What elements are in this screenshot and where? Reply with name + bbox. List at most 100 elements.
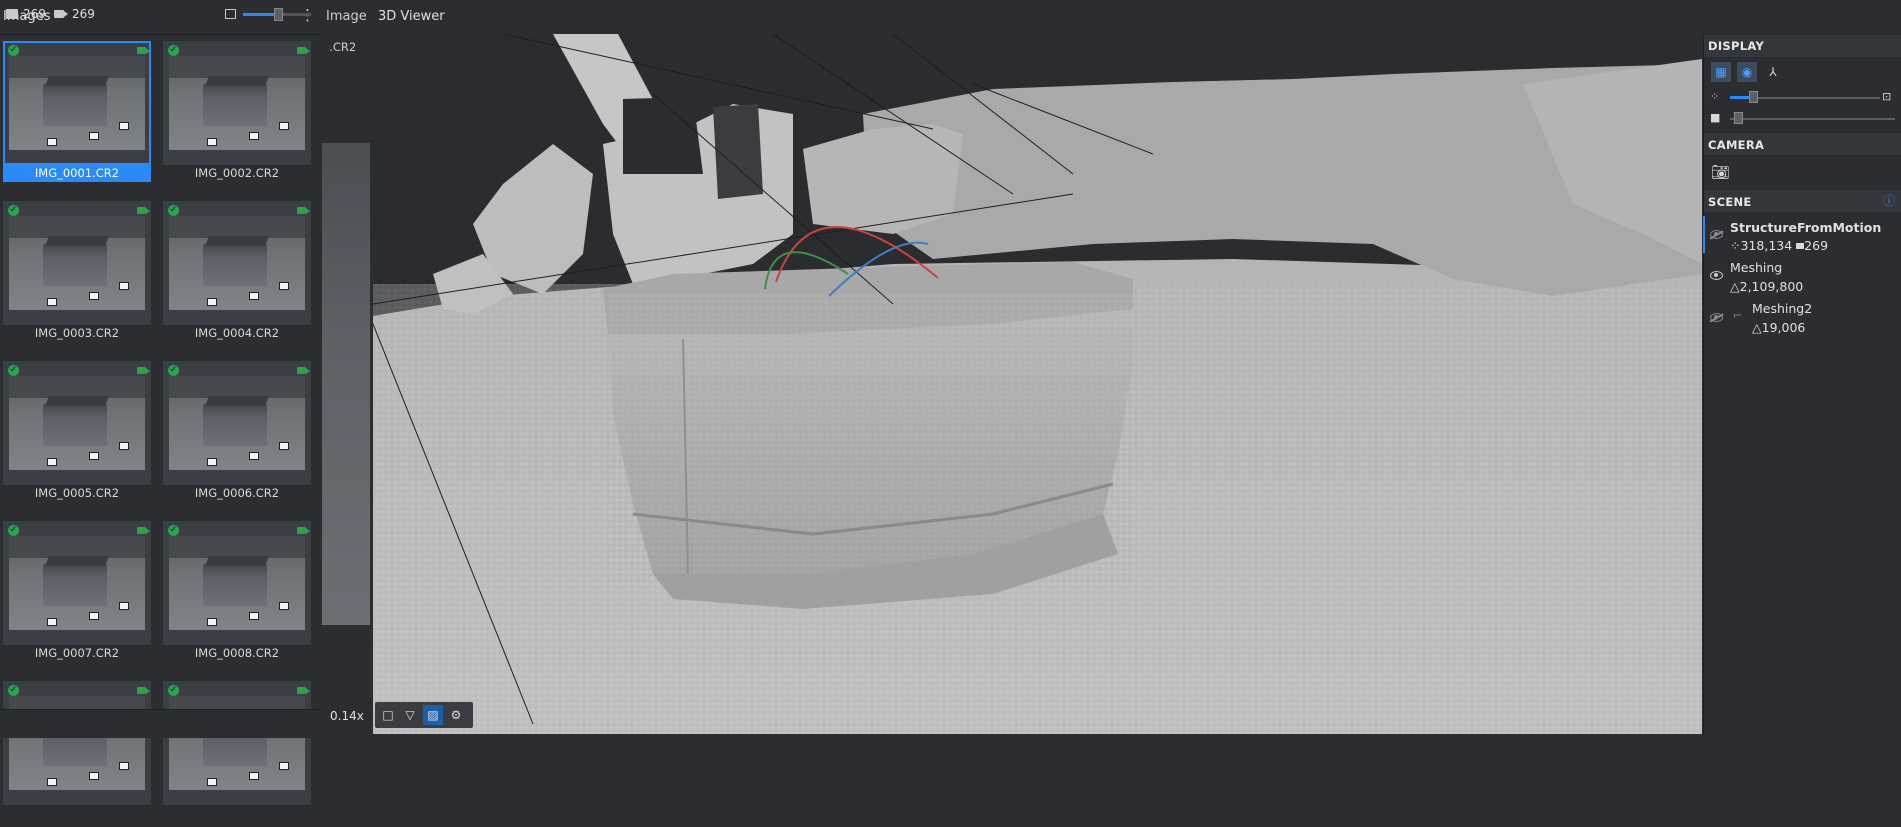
eye-icon[interactable] bbox=[1710, 271, 1723, 280]
video-camera-icon bbox=[137, 687, 150, 694]
video-camera-icon bbox=[297, 47, 310, 54]
scene-item-name[interactable]: StructureFromMotion bbox=[1730, 220, 1881, 235]
fit-icon[interactable]: ⊡ bbox=[1882, 91, 1891, 103]
thumbnail[interactable]: ✓ IMG_0002.CR2 bbox=[160, 37, 311, 187]
info-icon[interactable]: ⓘ bbox=[1883, 195, 1895, 207]
check-icon: ✓ bbox=[168, 205, 179, 216]
thumbnail-frame: ✓ bbox=[163, 681, 311, 805]
camera-title: CAMERA bbox=[1708, 138, 1765, 152]
square-icon[interactable]: □ bbox=[378, 705, 398, 725]
check-icon: ✓ bbox=[168, 685, 179, 696]
thumbnail[interactable]: ✓ IMG_0003.CR2 bbox=[0, 197, 151, 347]
3d-viewport[interactable] bbox=[373, 34, 1702, 734]
eye-off-icon[interactable] bbox=[1710, 230, 1723, 239]
video-camera-icon bbox=[297, 527, 310, 534]
thumbnail-label: IMG_0004.CR2 bbox=[194, 326, 280, 340]
display-title: DISPLAY bbox=[1708, 39, 1765, 53]
point-size-slider-handle[interactable] bbox=[1749, 91, 1758, 103]
scene-item-name[interactable]: Meshing bbox=[1730, 260, 1782, 275]
thumbnail-image bbox=[9, 376, 145, 470]
tab-3d-viewer[interactable]: 3D Viewer bbox=[378, 9, 445, 24]
image-count: 269 bbox=[23, 7, 46, 21]
video-camera-icon bbox=[297, 687, 310, 694]
thumbnail[interactable]: ✓ IMG_0008.CR2 bbox=[160, 517, 311, 667]
link-icon: ⌐ bbox=[1733, 309, 1743, 322]
thumbnail-frame: ✓ bbox=[3, 681, 151, 805]
video-camera-icon bbox=[137, 367, 150, 374]
point-size-icon: ⁘ bbox=[1710, 90, 1720, 103]
camera-icon bbox=[1796, 243, 1805, 249]
thumbnail[interactable]: ✓ IMG_0001.CR2 bbox=[0, 37, 151, 187]
zoom-level: 0.14x bbox=[330, 709, 364, 723]
scene-item-name[interactable]: Meshing2 bbox=[1752, 301, 1812, 316]
check-icon: ✓ bbox=[168, 45, 179, 56]
scene-item-stat: △2,109,800 bbox=[1730, 279, 1804, 294]
camera-icon[interactable]: 📷︎ bbox=[1711, 164, 1730, 180]
origin-icon[interactable]: ⅄ bbox=[1763, 62, 1783, 82]
thumbnail[interactable]: ✓ IMG_0004.CR2 bbox=[160, 197, 311, 347]
thumbnail-image bbox=[169, 376, 305, 470]
scene-item-stat: ⁘318,134 269 bbox=[1730, 238, 1829, 253]
focus-icon[interactable]: ◉ bbox=[1737, 62, 1757, 82]
thumbnail-size-slider-fill bbox=[243, 13, 278, 16]
thumbnail[interactable]: ✓ IMG_0005.CR2 bbox=[0, 357, 151, 507]
image-viewer-filename: IMG_0001.CR2 bbox=[328, 40, 357, 54]
video-camera-icon bbox=[137, 527, 150, 534]
thumbnail-label bbox=[163, 805, 311, 822]
thumbnail[interactable]: ✓ IMG_0006.CR2 bbox=[160, 357, 311, 507]
thumbnail-image bbox=[9, 536, 145, 630]
video-camera-icon bbox=[297, 367, 310, 374]
thumbnail[interactable]: ✓ IMG_0007.CR2 bbox=[0, 517, 151, 667]
settings-icon[interactable]: ⚙ bbox=[446, 705, 466, 725]
thumbnail-frame: ✓ bbox=[3, 41, 151, 165]
thumbnail-label: IMG_0003.CR2 bbox=[34, 326, 120, 340]
cone-icon[interactable]: ▽ bbox=[400, 705, 420, 725]
thumbnail-label: IMG_0008.CR2 bbox=[194, 646, 280, 660]
check-icon: ✓ bbox=[168, 365, 179, 376]
video-camera-icon bbox=[137, 47, 150, 54]
tab-image-viewer[interactable]: Image Viewer bbox=[326, 9, 370, 24]
check-icon: ✓ bbox=[8, 525, 19, 536]
video-camera-icon bbox=[137, 207, 150, 214]
thumbnail-image bbox=[169, 56, 305, 150]
check-icon: ✓ bbox=[168, 525, 179, 536]
video-camera-icon bbox=[297, 207, 310, 214]
thumbnail-label: IMG_0006.CR2 bbox=[194, 486, 280, 500]
thumbnail-frame: ✓ bbox=[3, 201, 151, 325]
check-icon: ✓ bbox=[8, 45, 19, 56]
wireframe-icon[interactable]: ▨ bbox=[423, 705, 443, 725]
thumbnail-label: IMG_0007.CR2 bbox=[34, 646, 120, 660]
check-icon: ✓ bbox=[8, 365, 19, 376]
thumbnail-label: IMG_0002.CR2 bbox=[194, 166, 280, 180]
thumbnail-label bbox=[3, 805, 151, 822]
camera-scale-slider-handle[interactable] bbox=[1734, 112, 1743, 124]
thumbnail[interactable]: ✓ bbox=[160, 677, 311, 827]
thumbnail-frame: ✓ bbox=[163, 41, 311, 165]
thumbnail-size-slider-handle[interactable] bbox=[274, 8, 283, 21]
scene-item-stat: △19,006 bbox=[1752, 320, 1806, 335]
grid-icon[interactable]: ▦ bbox=[1711, 62, 1731, 82]
thumbnail-frame: ✓ bbox=[163, 361, 311, 485]
image-viewer-image[interactable] bbox=[322, 143, 370, 625]
thumbnail-frame: ✓ bbox=[3, 521, 151, 645]
gallery-footer bbox=[0, 709, 321, 738]
scene-title: SCENE bbox=[1708, 195, 1752, 209]
video-camera-icon bbox=[54, 10, 68, 18]
check-icon: ✓ bbox=[8, 205, 19, 216]
thumbnail-frame: ✓ bbox=[163, 201, 311, 325]
thumbnail-frame: ✓ bbox=[163, 521, 311, 645]
eye-off-icon[interactable] bbox=[1710, 313, 1723, 322]
camera-scale-slider[interactable] bbox=[1730, 118, 1895, 120]
viewer-toolbar: □ ▽ ▨ ⚙ bbox=[375, 702, 473, 728]
camera-scale-icon: ■ bbox=[1710, 111, 1721, 124]
thumbnail-frame: ✓ bbox=[3, 361, 151, 485]
thumbnail-image bbox=[9, 216, 145, 310]
check-icon: ✓ bbox=[8, 685, 19, 696]
image-icon bbox=[6, 9, 18, 19]
thumbnail-size-icon bbox=[225, 9, 236, 19]
thumbnail[interactable]: ✓ bbox=[0, 677, 151, 827]
thumbnail-label: IMG_0001.CR2 bbox=[3, 165, 151, 182]
thumbnail-image bbox=[9, 56, 145, 150]
3d-scene bbox=[373, 34, 1702, 734]
thumbnail-image bbox=[169, 216, 305, 310]
